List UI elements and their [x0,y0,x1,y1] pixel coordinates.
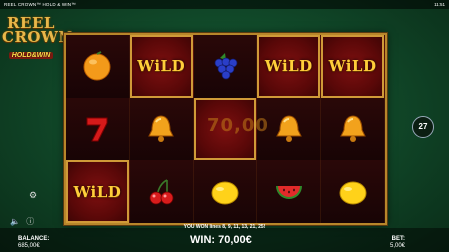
win-amount-overlay: 70,00 [207,115,269,136]
cherries-icon [142,173,180,211]
reel-cell: WiLD [66,160,130,223]
seven-icon [78,110,116,148]
reel-cell [129,97,194,161]
reel-cell [66,97,130,161]
wild-label: WiLD [328,57,377,76]
game-logo: REEL CROWN HOLD&WIN [2,16,73,62]
bet-value[interactable]: 5,00€ [390,243,405,249]
bet-label: BET: [391,236,405,242]
reel-cell [257,160,322,223]
reel-cell [321,160,385,223]
wild-label: WiLD [73,182,122,201]
status-bar: REEL CROWN™ HOLD & WIN™ 11:51 [0,0,449,9]
reel-cell [193,35,258,98]
lemon-icon [206,173,244,211]
reel-cell [129,160,194,223]
wild-symbol: WiLD [73,173,120,211]
reel-cell: WiLD [257,35,322,98]
reel-cell: WiLD [321,35,385,98]
clock: 11:51 [434,2,445,7]
wild-label: WiLD [137,57,186,76]
win-total: WIN: 70,00€ [190,234,252,246]
watermelon-icon [270,173,308,211]
orange-icon [78,47,116,85]
autoplay-count-button[interactable]: 27 [412,116,434,138]
reel-cell [193,160,258,223]
grapes-icon [206,47,244,85]
bell-icon [334,110,372,148]
game-title: REEL CROWN™ HOLD & WIN™ [4,2,76,7]
lemon-icon [334,173,372,211]
settings-icon[interactable]: ⚙ [29,190,37,201]
bell-icon [142,110,180,148]
wild-label: WiLD [264,57,313,76]
wild-symbol: WiLD [329,47,376,85]
reel-cell: WiLD [129,35,194,98]
wild-symbol: WiLD [265,47,312,85]
logo-line-2: CROWN [2,28,73,46]
balance-label: BALANCE: [18,236,50,242]
logo-line-3: HOLD&WIN [8,52,54,59]
reel-cell [66,35,130,98]
reel-cell [321,97,385,161]
win-message: YOU WON lines 8, 9, 11, 13, 21, 25! [183,224,266,230]
balance-value: 685,00€ [18,243,40,249]
wild-symbol: WiLD [137,47,184,85]
